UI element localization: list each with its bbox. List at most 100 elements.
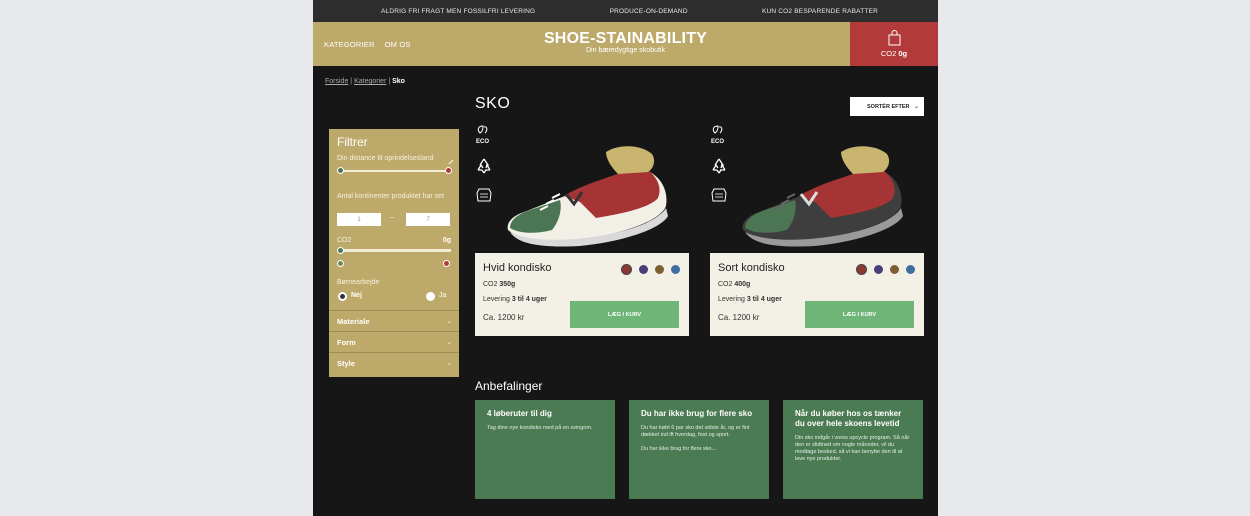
- recommendation-card-no-more-shoes[interactable]: Du har ikke brug for flere sko Du har kø…: [629, 400, 769, 499]
- chevron-down-icon: ⌄: [913, 104, 919, 110]
- co2-value: 0g: [442, 237, 451, 244]
- continents-min-input[interactable]: [337, 213, 381, 226]
- accordion-material-label: Materiale: [337, 317, 370, 326]
- add-to-cart-button[interactable]: LÆG I KURV: [805, 301, 914, 328]
- recycle-icon: [477, 158, 491, 174]
- color-swatch-brown[interactable]: [655, 265, 664, 274]
- distance-slider-track[interactable]: [340, 170, 449, 172]
- product-delivery: Levering 3 til 4 uger: [483, 296, 547, 303]
- product-card[interactable]: ECO Sort kondisko CO2 400g Levering 3 ti…: [710, 120, 924, 336]
- color-swatch-red[interactable]: [856, 264, 867, 275]
- brand-subtitle: Din bæredygtige skobutik: [586, 47, 665, 54]
- product-delivery-value: 3 til 4 uger: [511, 296, 547, 303]
- recommendation-body: Tag dine nye kondisko med på en svingom.: [487, 425, 593, 431]
- product-delivery-label: Levering: [483, 296, 510, 303]
- product-badges: ECO: [710, 124, 730, 209]
- product-co2: CO2 350g: [483, 281, 515, 288]
- distance-slider-handle-min[interactable]: [337, 167, 344, 174]
- recommendation-card-running[interactable]: 4 løberuter til dig Tag dine nye kondisk…: [475, 400, 615, 499]
- breadcrumb: Forside | Kategorier | Sko: [325, 78, 405, 85]
- leather-icon: [711, 188, 727, 202]
- announcement-fossil-free: ALDRIG FRI FRAGT MEN FOSSILFRI LEVERING: [381, 7, 536, 15]
- child-labor-no-label: Nej: [351, 292, 362, 299]
- distance-slider-handle-max[interactable]: [445, 167, 452, 174]
- co2-scale-max-dot: [443, 260, 450, 267]
- accordion-material[interactable]: Materiale ⌄: [329, 310, 459, 331]
- shopping-bag-icon: [888, 30, 900, 46]
- child-labor-no-radio[interactable]: [338, 292, 347, 301]
- recommendation-title: Du har ikke brug for flere sko: [641, 409, 753, 418]
- product-name[interactable]: Hvid kondisko: [483, 262, 551, 274]
- product-co2-label: CO2: [483, 281, 498, 288]
- cart-co2: CO2 0g: [881, 49, 907, 58]
- co2-slider-handle[interactable]: [337, 247, 344, 254]
- product-co2: CO2 400g: [718, 281, 750, 288]
- accordion-style-label: Style: [337, 359, 355, 368]
- product-image-black-sneaker[interactable]: [735, 138, 905, 248]
- distance-label: Din distance til oprindelsesland: [337, 155, 434, 162]
- co2-slider-track[interactable]: [340, 249, 451, 252]
- page-title: SKO: [475, 95, 511, 112]
- product-card[interactable]: ECO Hvid kondisko CO2 350g Levering 3 ti…: [475, 120, 689, 336]
- eco-icon: ECO: [476, 125, 489, 145]
- recommendation-body-2: Du har ikke brug for flere sko...: [641, 446, 717, 452]
- recommendation-body: Din sko indgår i vores upcycle program. …: [795, 435, 910, 462]
- cart-button[interactable]: CO2 0g: [850, 22, 938, 66]
- chevron-down-icon: ⌄: [446, 339, 452, 346]
- child-labor-label: Børnearbejde: [337, 279, 380, 286]
- accordion-style[interactable]: Style ⌄: [329, 352, 459, 373]
- accordion-form[interactable]: Form ⌄: [329, 331, 459, 352]
- sort-label: SORTÉR EFTER: [867, 103, 910, 110]
- co2-scale-min-dot: [337, 260, 344, 267]
- color-swatch-purple[interactable]: [874, 265, 883, 274]
- cart-co2-label: CO2: [880, 49, 897, 58]
- eco-text: ECO: [476, 139, 489, 145]
- product-co2-value: 350g: [499, 281, 516, 288]
- recommendation-card-lifetime[interactable]: Når du køber hos os tænker du over hele …: [783, 400, 923, 499]
- page: ALDRIG FRI FRAGT MEN FOSSILFRI LEVERING …: [313, 0, 938, 516]
- continents-label: Antal kontinenter produktet har set: [337, 193, 445, 200]
- filter-title: Filtrer: [337, 135, 368, 149]
- product-delivery-value: 3 til 4 uger: [746, 296, 782, 303]
- brand-title[interactable]: SHOE-STAINABILITY: [401, 30, 850, 48]
- color-swatches: [621, 264, 680, 275]
- range-separator: –: [390, 214, 394, 221]
- child-labor-yes-label: Ja: [439, 292, 447, 299]
- product-info: Hvid kondisko CO2 350g Levering 3 til 4 …: [475, 253, 689, 336]
- color-swatch-purple[interactable]: [639, 265, 648, 274]
- product-name[interactable]: Sort kondisko: [718, 262, 785, 274]
- announcement-co2-discounts: KUN CO2 BESPARENDE RABATTER: [761, 7, 878, 15]
- leather-icon: [476, 188, 492, 202]
- product-price: Ca. 1200 kr: [483, 313, 525, 322]
- chevron-down-icon: ⌄: [446, 360, 452, 367]
- accordion-form-label: Form: [337, 338, 356, 347]
- eco-icon: ECO: [711, 125, 724, 145]
- cart-co2-value: 0g: [898, 49, 908, 58]
- sort-dropdown[interactable]: SORTÉR EFTER ⌄: [850, 97, 924, 116]
- pencil-icon: [448, 159, 454, 165]
- announcement-produce-on-demand: PRODUCE-ON-DEMAND: [609, 7, 688, 15]
- color-swatch-brown[interactable]: [890, 265, 899, 274]
- breadcrumb-current: Sko: [392, 78, 405, 85]
- child-labor-yes-radio[interactable]: [426, 292, 435, 301]
- filter-panel: Filtrer Din distance til oprindelsesland…: [329, 129, 459, 377]
- breadcrumb-categories[interactable]: Kategorier: [354, 78, 386, 85]
- chevron-down-icon: ⌄: [446, 318, 452, 325]
- continents-max-input[interactable]: [406, 213, 450, 226]
- top-announcement-bar: ALDRIG FRI FRAGT MEN FOSSILFRI LEVERING …: [313, 0, 938, 22]
- recommendation-body: Du har købt 6 par sko det sidste år, og …: [641, 425, 750, 438]
- breadcrumb-home[interactable]: Forside: [325, 78, 348, 85]
- co2-label: CO2: [337, 237, 352, 244]
- color-swatch-red[interactable]: [621, 264, 632, 275]
- brand: SHOE-STAINABILITY Din bæredygtige skobut…: [313, 30, 850, 54]
- product-image-white-sneaker[interactable]: [500, 138, 670, 248]
- product-info: Sort kondisko CO2 400g Levering 3 til 4 …: [710, 253, 924, 336]
- product-delivery: Levering 3 til 4 uger: [718, 296, 782, 303]
- color-swatches: [856, 264, 915, 275]
- product-price: Ca. 1200 kr: [718, 313, 760, 322]
- recommendations-title: Anbefalinger: [475, 379, 543, 393]
- color-swatch-blue[interactable]: [906, 265, 915, 274]
- add-to-cart-button[interactable]: LÆG I KURV: [570, 301, 679, 328]
- product-delivery-label: Levering: [718, 296, 745, 303]
- color-swatch-blue[interactable]: [671, 265, 680, 274]
